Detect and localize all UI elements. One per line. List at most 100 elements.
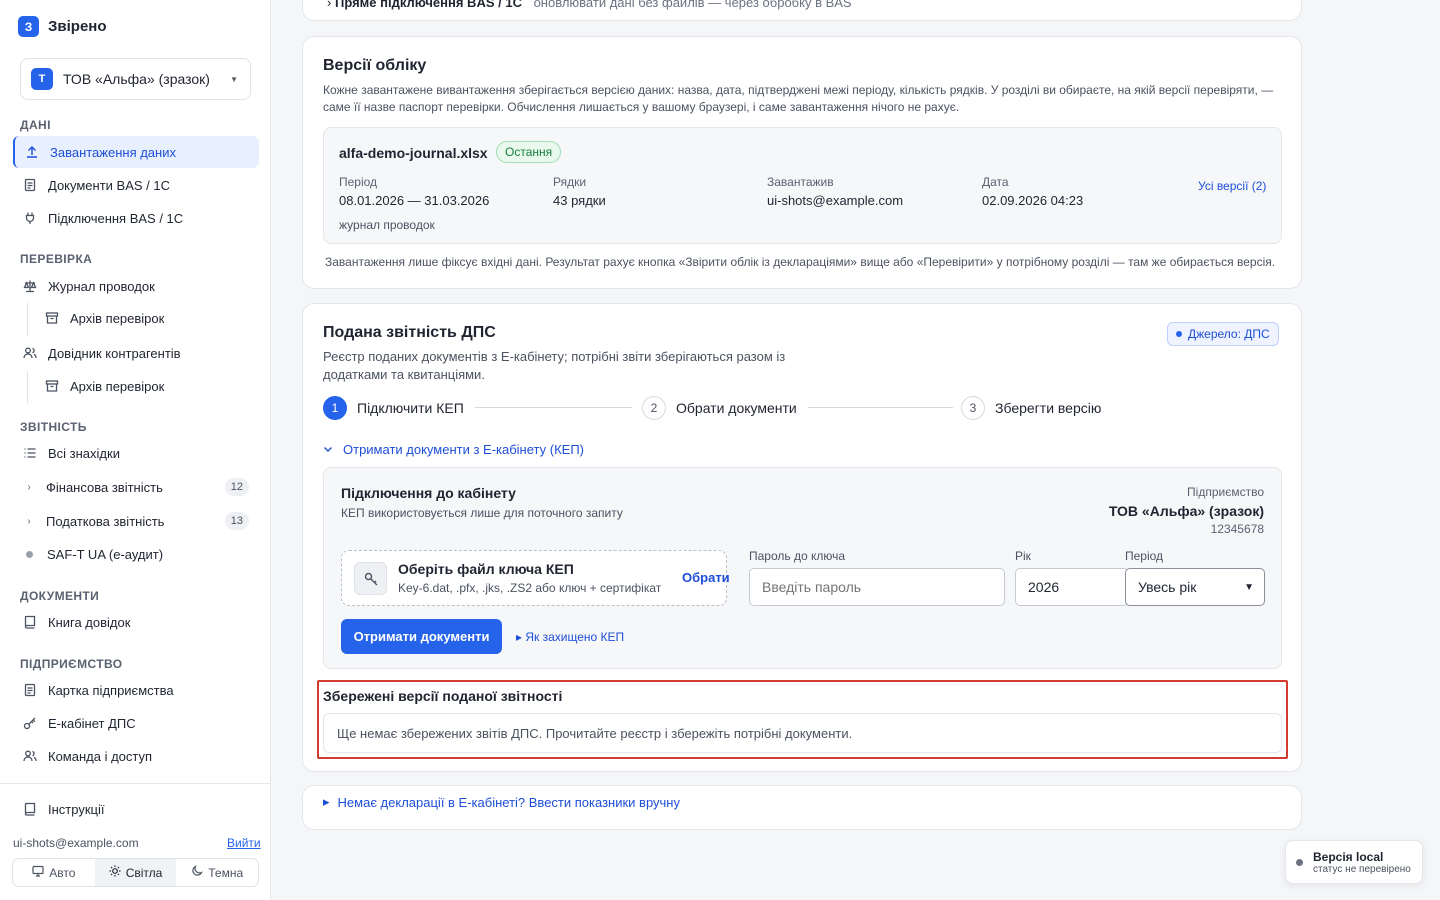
sidebar-item-contractors-archive[interactable]: Архів перевірок xyxy=(35,370,259,402)
sidebar: З Звірено Т ТОВ «Альфа» (зразок) ▼ ДАНІ … xyxy=(0,0,271,900)
count-badge: 13 xyxy=(224,512,249,530)
plug-icon xyxy=(22,210,38,226)
sidebar-item-label: Підключення BAS / 1С xyxy=(48,210,184,226)
sidebar-item-bas-connect[interactable]: Підключення BAS / 1С xyxy=(13,202,259,234)
enterprise-code: 12345678 xyxy=(1210,522,1264,536)
step-number: 2 xyxy=(642,396,666,420)
sidebar-item-e-cabinet[interactable]: Е-кабінет ДПС xyxy=(13,707,259,739)
sidebar-item-team[interactable]: Команда і доступ xyxy=(13,740,259,772)
section-docs: ДОКУМЕНТИ xyxy=(20,589,100,603)
bas-direct-expander[interactable]: › Пряме підключення BAS / 1С оновлювати … xyxy=(327,0,852,10)
sidebar-item-label: Журнал проводок xyxy=(48,278,155,294)
version-file-name: alfa-demo-journal.xlsx xyxy=(339,145,488,161)
year-label: Рік xyxy=(1015,549,1031,563)
section-enterprise: ПІДПРИЄМСТВО xyxy=(20,657,123,671)
toast-title: Версія local xyxy=(1313,850,1384,864)
triangle-right-icon: ▸ xyxy=(323,794,330,809)
sidebar-item-saft[interactable]: SAF-T UA (е-аудит) xyxy=(13,538,259,570)
versions-title: Версії обліку xyxy=(323,57,427,74)
fetch-documents-button[interactable]: Отримати документи xyxy=(341,619,502,654)
book-icon xyxy=(22,801,38,817)
enterprise-name: ТОВ «Альфа» (зразок) xyxy=(1108,503,1264,519)
date-value: 02.09.2026 04:23 xyxy=(982,193,1084,208)
choose-key-button[interactable]: Обрати xyxy=(682,570,730,585)
sidebar-item-label: Е-кабінет ДПС xyxy=(48,715,136,731)
archive-icon xyxy=(44,378,60,394)
sidebar-item-journal-archive[interactable]: Архів перевірок xyxy=(35,302,259,334)
sidebar-item-all-findings[interactable]: Всі знахідки xyxy=(13,437,259,469)
period-select[interactable]: Увесь рік ▼ xyxy=(1125,568,1265,606)
step-connector xyxy=(475,407,632,408)
step-3[interactable]: 3 Зберегти версію xyxy=(961,396,1101,420)
e-cabinet-expander[interactable]: Отримати документи з Е-кабінету (КЕП) xyxy=(323,442,584,457)
book-icon xyxy=(22,614,38,630)
kep-security-link[interactable]: ▸ Як захищено КЕП xyxy=(516,630,624,644)
key-icon xyxy=(22,715,38,731)
chevron-down-icon: ▼ xyxy=(1244,582,1254,593)
all-versions-link[interactable]: Усі версії (2) xyxy=(1198,179,1266,193)
versions-description-line-1: Кожне завантажене вивантаження зберігаєт… xyxy=(323,83,1274,97)
manual-entry-expander[interactable]: ▸ Немає декларації в Е-кабінеті? Ввести … xyxy=(323,794,680,810)
archive-icon xyxy=(44,310,60,326)
sidebar-item-instructions[interactable]: Інструкції xyxy=(13,793,259,825)
theme-light-label: Світла xyxy=(125,865,163,880)
sidebar-item-label: Картка підприємства xyxy=(48,682,174,698)
sidebar-item-tax[interactable]: › Податкова звітність 13 xyxy=(13,505,259,537)
sidebar-item-journal[interactable]: Журнал проводок xyxy=(13,270,259,302)
password-input[interactable] xyxy=(749,568,1005,606)
enterprise-label: Підприємство xyxy=(1187,485,1264,499)
theme-light-button[interactable]: Світла xyxy=(94,859,177,886)
sun-icon xyxy=(109,865,121,880)
theme-auto-button[interactable]: Авто xyxy=(13,859,95,886)
moon-icon xyxy=(191,865,204,880)
bas-direct-card: › Пряме підключення BAS / 1С оновлювати … xyxy=(302,0,1302,21)
key-icon xyxy=(354,562,387,595)
step-label: Підключити КЕП xyxy=(357,400,464,416)
sidebar-item-label: Команда і доступ xyxy=(48,748,153,764)
source-badge: Джерело: ДПС xyxy=(1167,322,1279,346)
sidebar-item-company-card[interactable]: Картка підприємства xyxy=(13,674,259,706)
organization-select[interactable]: Т ТОВ «Альфа» (зразок) ▼ xyxy=(20,58,251,100)
step-number: 1 xyxy=(323,396,347,420)
theme-switch: Авто Світла Темна xyxy=(12,858,259,887)
period-value: 08.01.2026 — 31.03.2026 xyxy=(339,193,490,208)
brand-logo: З xyxy=(18,16,39,37)
version-toast[interactable]: Версія local статус не перевірено xyxy=(1285,840,1423,884)
sidebar-divider xyxy=(0,783,271,784)
key-file-hint: Key-6.dat, .pfx, .jks, .ZS2 або ключ + с… xyxy=(398,581,662,595)
monitor-icon xyxy=(32,865,44,880)
sidebar-item-contractors[interactable]: Довідник контрагентів xyxy=(13,337,259,369)
key-file-dropzone[interactable]: Оберіть файл ключа КЕП Key-6.dat, .pfx, … xyxy=(341,550,730,606)
tree-line xyxy=(27,303,28,336)
theme-dark-label: Темна xyxy=(208,865,244,880)
user-email: ui-shots@example.com xyxy=(13,836,139,850)
manual-entry-card: ▸ Немає декларації в Е-кабінеті? Ввести … xyxy=(302,785,1302,830)
step-2[interactable]: 2 Обрати документи xyxy=(642,396,797,420)
cabinet-connection-panel: Підключення до кабінету КЕП використовує… xyxy=(323,467,1282,669)
brand[interactable]: З Звірено xyxy=(18,16,107,37)
sidebar-item-upload[interactable]: Завантаження даних xyxy=(13,136,259,168)
source-badge-label: Джерело: ДПС xyxy=(1188,327,1270,341)
sidebar-item-label: Документи BAS / 1С xyxy=(48,177,171,193)
brand-name: Звірено xyxy=(48,18,107,35)
chevron-down-icon xyxy=(323,442,333,457)
logout-link[interactable]: Вийти xyxy=(227,836,261,850)
org-name: ТОВ «Альфа» (зразок) xyxy=(63,71,210,87)
theme-dark-button[interactable]: Темна xyxy=(176,859,258,886)
count-badge: 12 xyxy=(224,478,249,496)
rows-value: 43 рядки xyxy=(553,193,606,208)
sidebar-item-ref-book[interactable]: Книга довідок xyxy=(13,606,259,638)
step-1[interactable]: 1 Підключити КЕП xyxy=(323,396,464,420)
document-icon xyxy=(22,682,38,698)
version-kind: журнал проводок xyxy=(339,218,435,232)
chevron-right-icon: › xyxy=(327,0,332,10)
sidebar-item-label: Фінансова звітність xyxy=(46,479,163,495)
chevron-down-icon: ▼ xyxy=(230,74,238,84)
year-input[interactable]: 2026 xyxy=(1015,568,1129,606)
sidebar-item-label: Завантаження даних xyxy=(50,144,176,160)
sidebar-item-financial[interactable]: › Фінансова звітність 12 xyxy=(13,471,259,503)
sidebar-item-bas-docs[interactable]: Документи BAS / 1С xyxy=(13,169,259,201)
saved-versions-title: Збережені версії поданої звітності xyxy=(323,688,563,704)
connection-title: Підключення до кабінету xyxy=(341,485,516,501)
bas-direct-title: Пряме підключення BAS / 1С xyxy=(334,0,522,10)
